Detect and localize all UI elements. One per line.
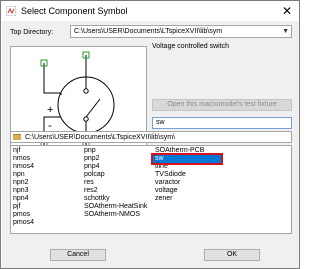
plus-sign: +	[47, 104, 53, 116]
dialog-body: Top Directory: C:\Users\USER\Documents\L…	[2, 21, 299, 268]
folder-icon	[13, 134, 21, 140]
list-item[interactable]: zener	[153, 195, 221, 203]
ltspice-app-icon	[6, 6, 16, 16]
list-item[interactable]: npn4	[11, 195, 34, 203]
list-item[interactable]: njf	[11, 147, 34, 155]
component-column: SOAtherm-PCB sw tline TVSdiode varactor …	[151, 147, 223, 203]
list-item[interactable]: pmos	[11, 211, 34, 219]
title-bar: Select Component Symbol ✕	[1, 1, 299, 21]
selected-list-item[interactable]: sw	[151, 153, 223, 165]
list-item[interactable]: nmos	[11, 155, 34, 163]
list-item[interactable]: npn	[11, 171, 34, 179]
search-input[interactable]: sw	[152, 117, 292, 129]
list-item[interactable]: SOAtherm-HeatSink	[82, 203, 147, 211]
window-title: Select Component Symbol	[21, 6, 128, 16]
component-list[interactable]: njf nmos nmos4 npn npn2 npn3 npn4 pjf pm…	[10, 145, 292, 234]
component-description: Voltage controlled switch	[152, 43, 230, 50]
list-item[interactable]: npn2	[11, 179, 34, 187]
top-directory-value: C:\Users\USER\Documents\LTspiceXVII\lib\…	[74, 28, 223, 35]
open-test-fixture-button[interactable]: Open this macromodel's test fixture	[152, 99, 292, 111]
component-column: pnp pnp2 pnp4 polcap res res2 schottky S…	[82, 147, 147, 219]
list-item[interactable]: TVSdiode	[153, 171, 221, 179]
list-item[interactable]: SOAtherm-PCB	[153, 147, 221, 155]
current-path: C:\Users\USER\Documents\LTspiceXVII\lib\…	[25, 134, 176, 141]
current-path-bar[interactable]: C:\Users\USER\Documents\LTspiceXVII\lib\…	[10, 131, 292, 143]
list-item[interactable]: pnp2	[82, 155, 147, 163]
switch-contact-top	[83, 88, 89, 94]
chevron-down-icon[interactable]: ▼	[282, 26, 289, 37]
close-button[interactable]: ✕	[279, 3, 295, 19]
list-item[interactable]: res2	[82, 187, 147, 195]
list-item[interactable]: varactor	[153, 179, 221, 187]
top-directory-label: Top Directory:	[10, 29, 54, 36]
control-lead-top	[43, 63, 61, 94]
top-directory-dropdown[interactable]: C:\Users\USER\Documents\LTspiceXVII\lib\…	[70, 25, 292, 38]
select-component-symbol-dialog: Select Component Symbol ✕ Top Directory:…	[0, 0, 300, 269]
list-item[interactable]: res	[82, 179, 147, 187]
list-item[interactable]: tline	[153, 163, 221, 171]
list-item[interactable]: polcap	[82, 171, 147, 179]
list-item[interactable]: pjf	[11, 203, 34, 211]
list-item[interactable]: SOAtherm-NMOS	[82, 211, 147, 219]
list-item[interactable]: pnp	[82, 147, 147, 155]
list-item[interactable]: nmos4	[11, 163, 34, 171]
list-item[interactable]: npn3	[11, 187, 34, 195]
component-column: njf nmos nmos4 npn npn2 npn3 npn4 pjf pm…	[11, 147, 34, 227]
list-item[interactable]: pnp4	[82, 163, 147, 171]
switch-contact-bottom	[83, 116, 89, 122]
cancel-button[interactable]: Cancel	[50, 249, 106, 261]
switch-blade	[85, 98, 101, 118]
list-item[interactable]: pmos4	[11, 219, 34, 227]
ok-button[interactable]: OK	[204, 249, 260, 261]
list-item[interactable]: schottky	[82, 195, 147, 203]
list-item[interactable]: voltage	[153, 187, 221, 195]
